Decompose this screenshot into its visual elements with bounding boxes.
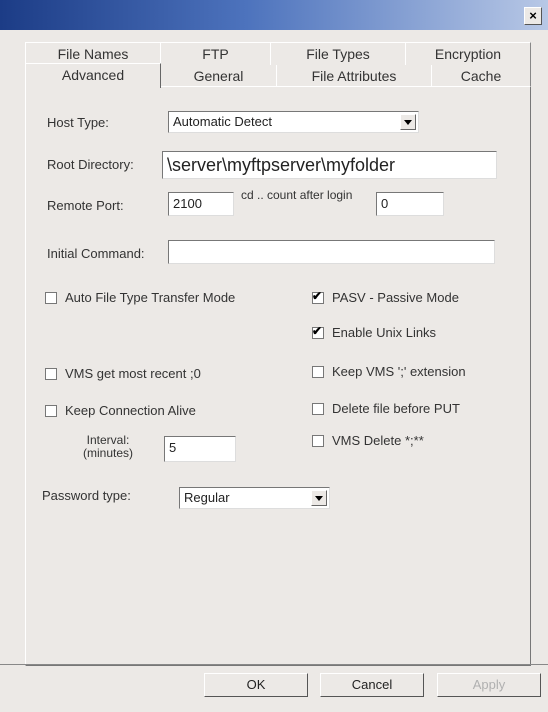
checkbox-label: Enable Unix Links xyxy=(332,325,437,340)
checkbox-label: VMS Delete *;** xyxy=(332,433,424,448)
chevron-down-icon[interactable] xyxy=(311,490,327,506)
ok-button[interactable]: OK xyxy=(204,673,308,697)
tab-cache[interactable]: Cache xyxy=(431,65,531,87)
tab-general[interactable]: General xyxy=(160,65,277,87)
apply-button[interactable]: Apply xyxy=(437,673,541,697)
checkbox-box[interactable] xyxy=(312,434,324,447)
title-bar: × xyxy=(0,0,548,30)
password-type-select[interactable]: Regular xyxy=(179,487,330,509)
tab-file-names[interactable]: File Names xyxy=(25,42,161,65)
remote-port-label: Remote Port: xyxy=(47,198,124,213)
check-icon: ✔ xyxy=(312,323,323,338)
cd-count-label: cd .. count after login xyxy=(241,188,353,202)
checkbox-box[interactable]: ✔ xyxy=(312,288,324,304)
vms-delete-checkbox[interactable]: VMS Delete *;** xyxy=(312,433,424,448)
checkbox-box[interactable] xyxy=(312,402,324,415)
delete-before-put-checkbox[interactable]: Delete file before PUT xyxy=(312,401,460,416)
chevron-down-icon[interactable] xyxy=(400,114,416,130)
footer-divider xyxy=(0,664,548,665)
tab-encryption[interactable]: Encryption xyxy=(405,42,531,65)
keep-alive-checkbox[interactable]: Keep Connection Alive xyxy=(45,403,196,418)
checkbox-label: Keep VMS ';' extension xyxy=(332,364,466,379)
interval-input[interactable]: 5 xyxy=(164,436,236,462)
checkbox-label: Keep Connection Alive xyxy=(65,403,196,418)
password-type-label: Password type: xyxy=(42,488,131,503)
close-button[interactable]: × xyxy=(524,7,542,25)
host-type-value: Automatic Detect xyxy=(173,114,272,129)
auto-file-type-checkbox[interactable]: Auto File Type Transfer Mode xyxy=(45,290,235,305)
tab-advanced[interactable]: Advanced xyxy=(25,63,161,88)
checkbox-box[interactable] xyxy=(45,367,57,380)
host-type-select[interactable]: Automatic Detect xyxy=(168,111,419,133)
checkbox-box[interactable] xyxy=(45,404,57,417)
remote-port-input[interactable]: 2100 xyxy=(168,192,234,216)
cd-count-input[interactable]: 0 xyxy=(376,192,444,216)
password-type-value: Regular xyxy=(184,490,230,505)
root-directory-label: Root Directory: xyxy=(47,157,134,172)
vms-most-recent-checkbox[interactable]: VMS get most recent ;0 xyxy=(45,366,201,381)
checkbox-box[interactable]: ✔ xyxy=(312,323,324,339)
checkbox-label: Delete file before PUT xyxy=(332,401,460,416)
checkbox-label: Auto File Type Transfer Mode xyxy=(65,290,236,305)
tab-ftp[interactable]: FTP xyxy=(160,42,271,65)
checkbox-label: PASV - Passive Mode xyxy=(332,290,459,305)
keep-vms-extension-checkbox[interactable]: Keep VMS ';' extension xyxy=(312,364,466,379)
checkbox-box[interactable] xyxy=(312,365,324,378)
checkbox-label: VMS get most recent ;0 xyxy=(65,366,201,381)
cancel-button[interactable]: Cancel xyxy=(320,673,424,697)
checkbox-box[interactable] xyxy=(45,291,57,304)
initial-command-label: Initial Command: xyxy=(47,246,145,261)
host-type-label: Host Type: xyxy=(47,115,109,130)
pasv-checkbox[interactable]: ✔ PASV - Passive Mode xyxy=(312,288,459,305)
tab-file-attributes[interactable]: File Attributes xyxy=(276,65,432,87)
initial-command-input[interactable] xyxy=(168,240,495,264)
root-directory-input[interactable]: \server\myftpserver\myfolder xyxy=(162,151,497,179)
check-icon: ✔ xyxy=(312,288,323,303)
interval-label: Interval: (minutes) xyxy=(82,433,133,460)
unix-links-checkbox[interactable]: ✔ Enable Unix Links xyxy=(312,323,437,340)
tab-file-types[interactable]: File Types xyxy=(270,42,406,65)
